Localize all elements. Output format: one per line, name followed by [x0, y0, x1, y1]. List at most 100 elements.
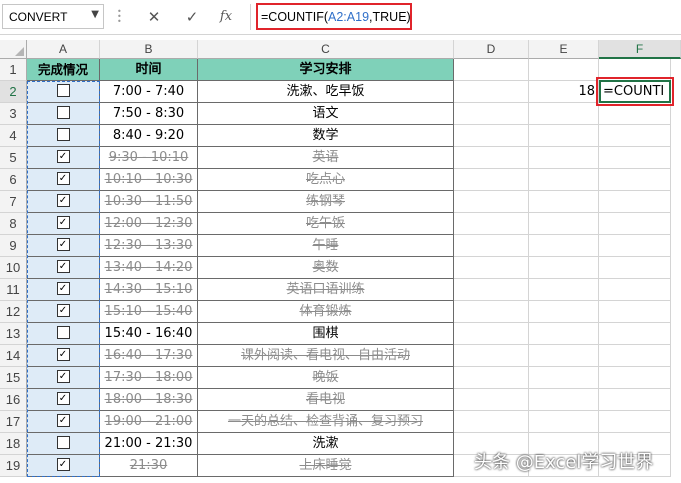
cell-e11[interactable]: [529, 279, 599, 301]
cell-f8[interactable]: [599, 213, 671, 235]
cell-d2[interactable]: [454, 81, 529, 103]
row-header[interactable]: 7: [0, 191, 27, 213]
column-header-d[interactable]: D: [454, 40, 529, 59]
task-cell[interactable]: 语文: [198, 103, 454, 125]
row-header[interactable]: 12: [0, 301, 27, 323]
row-header[interactable]: 18: [0, 433, 27, 455]
task-cell[interactable]: 吃午饭: [198, 213, 454, 235]
cell-d3[interactable]: [454, 103, 529, 125]
time-cell[interactable]: 21:00 - 21:30: [100, 433, 198, 455]
row-header[interactable]: 6: [0, 169, 27, 191]
cell-f9[interactable]: [599, 235, 671, 257]
cell-f10[interactable]: [599, 257, 671, 279]
cell-f3[interactable]: [599, 103, 671, 125]
enter-icon[interactable]: ✓: [180, 6, 204, 28]
cell-e10[interactable]: [529, 257, 599, 279]
task-cell[interactable]: 洗漱、吃早饭: [198, 81, 454, 103]
task-cell[interactable]: 数学: [198, 125, 454, 147]
cell-e3[interactable]: [529, 103, 599, 125]
row-header[interactable]: 4: [0, 125, 27, 147]
cell-d9[interactable]: [454, 235, 529, 257]
time-cell[interactable]: 10:30 - 11:50: [100, 191, 198, 213]
row-header[interactable]: 11: [0, 279, 27, 301]
task-cell[interactable]: 看电视: [198, 389, 454, 411]
cell-f14[interactable]: [599, 345, 671, 367]
row-header[interactable]: 17: [0, 411, 27, 433]
row-header[interactable]: 9: [0, 235, 27, 257]
row-header[interactable]: 3: [0, 103, 27, 125]
cell-e16[interactable]: [529, 389, 599, 411]
time-cell[interactable]: 10:10 - 10:30: [100, 169, 198, 191]
cell-d8[interactable]: [454, 213, 529, 235]
time-cell[interactable]: 16:40 - 17:30: [100, 345, 198, 367]
time-cell[interactable]: 15:40 - 16:40: [100, 323, 198, 345]
row-header[interactable]: 14: [0, 345, 27, 367]
cell-e13[interactable]: [529, 323, 599, 345]
task-cell[interactable]: 体育锻炼: [198, 301, 454, 323]
name-box[interactable]: CONVERT ▼: [2, 4, 104, 29]
chevron-down-icon[interactable]: ▼: [91, 9, 99, 20]
time-cell[interactable]: 21:30: [100, 455, 198, 477]
task-cell[interactable]: 午睡: [198, 235, 454, 257]
cell-f7[interactable]: [599, 191, 671, 213]
cell-d12[interactable]: [454, 301, 529, 323]
task-cell[interactable]: 英语: [198, 147, 454, 169]
time-cell[interactable]: 12:30 - 13:30: [100, 235, 198, 257]
row-header[interactable]: 8: [0, 213, 27, 235]
cell-e1[interactable]: [529, 59, 599, 81]
column-header-b[interactable]: B: [100, 40, 198, 59]
cell-d6[interactable]: [454, 169, 529, 191]
cell-d16[interactable]: [454, 389, 529, 411]
cell-f12[interactable]: [599, 301, 671, 323]
time-cell[interactable]: 9:30 - 10:10: [100, 147, 198, 169]
cell-e17[interactable]: [529, 411, 599, 433]
formula-input[interactable]: =COUNTIF(A2:A19,TRUE): [256, 3, 412, 30]
cell-f17[interactable]: [599, 411, 671, 433]
row-header[interactable]: 15: [0, 367, 27, 389]
row-header[interactable]: 10: [0, 257, 27, 279]
time-cell[interactable]: 7:00 - 7:40: [100, 81, 198, 103]
cell-d4[interactable]: [454, 125, 529, 147]
cell-e15[interactable]: [529, 367, 599, 389]
cell-e9[interactable]: [529, 235, 599, 257]
time-cell[interactable]: 17:30 - 18:00: [100, 367, 198, 389]
cell-d7[interactable]: [454, 191, 529, 213]
cell-d17[interactable]: [454, 411, 529, 433]
insert-function-icon[interactable]: fx: [214, 6, 238, 28]
header-cell-time[interactable]: 时间: [100, 59, 198, 81]
cell-d5[interactable]: [454, 147, 529, 169]
cell-e14[interactable]: [529, 345, 599, 367]
cell-f15[interactable]: [599, 367, 671, 389]
time-cell[interactable]: 14:30 - 15:10: [100, 279, 198, 301]
cell-d15[interactable]: [454, 367, 529, 389]
cell-f5[interactable]: [599, 147, 671, 169]
row-header[interactable]: 13: [0, 323, 27, 345]
time-cell[interactable]: 18:00 - 18:30: [100, 389, 198, 411]
cell-d14[interactable]: [454, 345, 529, 367]
cancel-icon[interactable]: ✕: [142, 6, 166, 28]
header-cell-status[interactable]: 完成情况: [27, 59, 100, 81]
cell-f6[interactable]: [599, 169, 671, 191]
time-cell[interactable]: 13:40 - 14:20: [100, 257, 198, 279]
cell-e5[interactable]: [529, 147, 599, 169]
time-cell[interactable]: 7:50 - 8:30: [100, 103, 198, 125]
column-header-a[interactable]: A: [27, 40, 100, 59]
cell-d10[interactable]: [454, 257, 529, 279]
task-cell[interactable]: 英语口语训练: [198, 279, 454, 301]
cell-e8[interactable]: [529, 213, 599, 235]
cell-e2-result[interactable]: 18: [529, 81, 599, 103]
task-cell[interactable]: 一天的总结、检查背诵、复习预习: [198, 411, 454, 433]
cell-d1[interactable]: [454, 59, 529, 81]
task-cell[interactable]: 练钢琴: [198, 191, 454, 213]
cell-e4[interactable]: [529, 125, 599, 147]
cell-f11[interactable]: [599, 279, 671, 301]
time-cell[interactable]: 19:00 - 21:00: [100, 411, 198, 433]
task-cell[interactable]: 晚饭: [198, 367, 454, 389]
row-header[interactable]: 1: [0, 59, 27, 81]
cell-e6[interactable]: [529, 169, 599, 191]
cell-f13[interactable]: [599, 323, 671, 345]
column-header-e[interactable]: E: [529, 40, 599, 59]
time-cell[interactable]: 8:40 - 9:20: [100, 125, 198, 147]
task-cell[interactable]: 围棋: [198, 323, 454, 345]
row-header[interactable]: 5: [0, 147, 27, 169]
